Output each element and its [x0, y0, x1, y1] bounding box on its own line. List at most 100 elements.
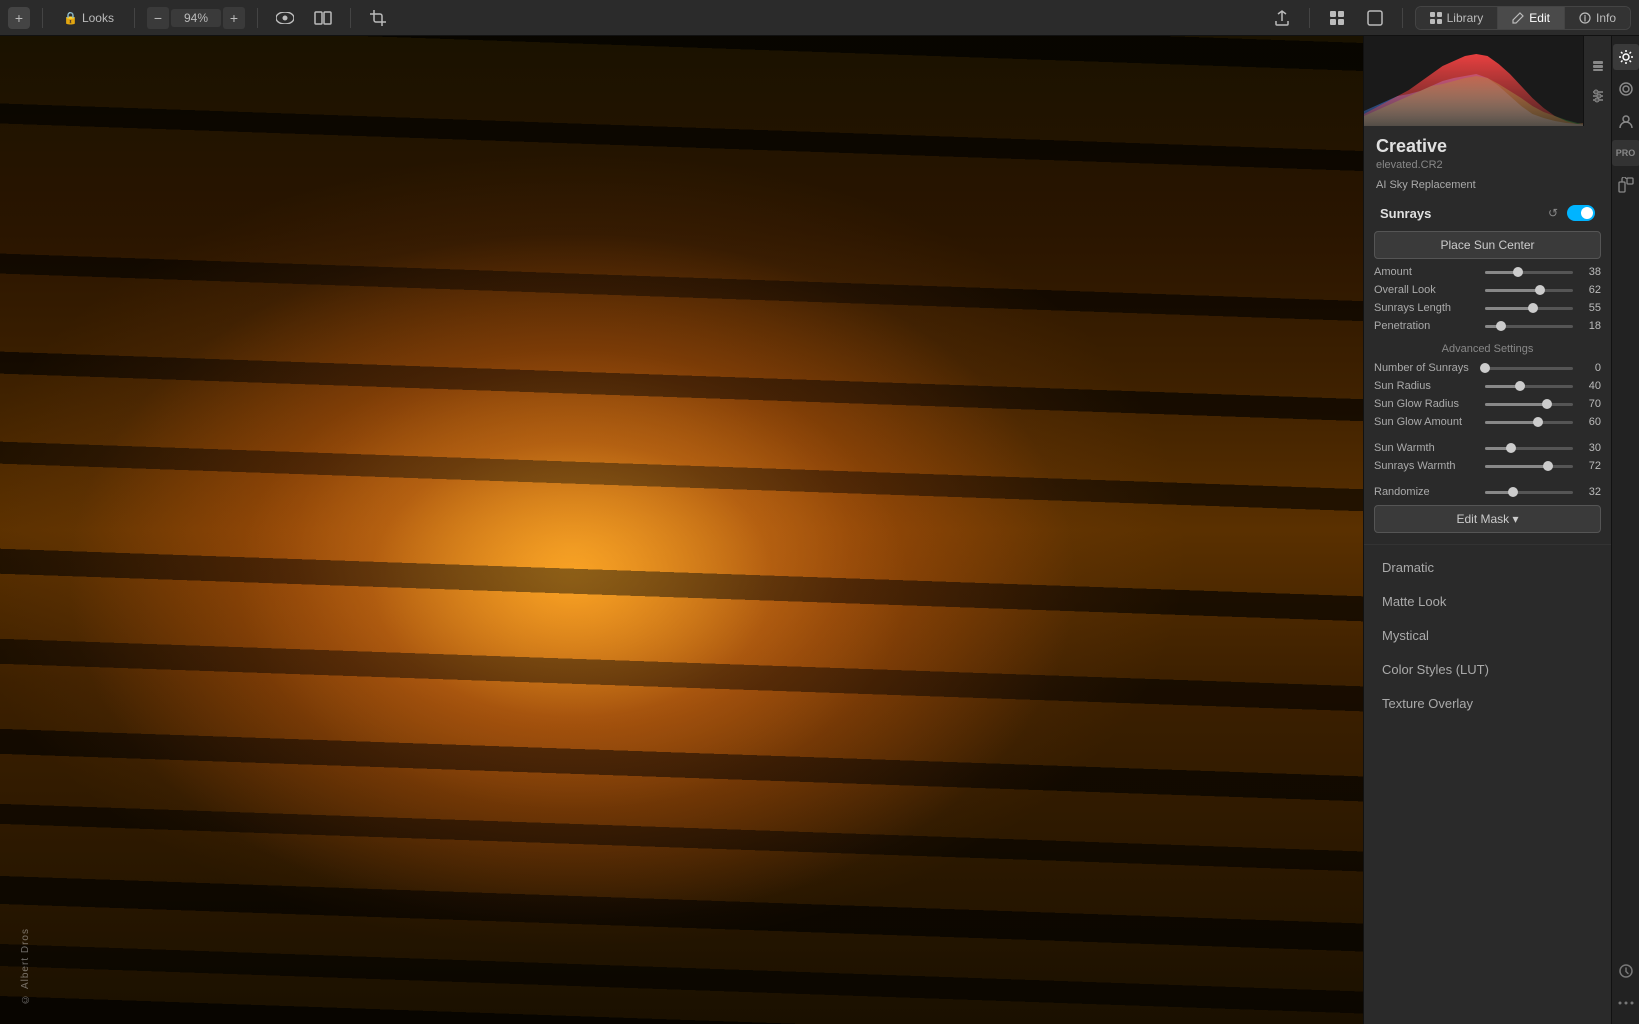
slider-sun-glow-radius-track[interactable]	[1485, 403, 1573, 406]
tab-edit[interactable]: Edit	[1498, 7, 1565, 29]
main-toolbar: + 🔒 Looks − 94% +	[0, 0, 1639, 36]
slider-sunrays-warmth-track[interactable]	[1485, 465, 1573, 468]
compare-icon	[314, 11, 332, 25]
slider-sunrays-length: Sunrays Length 55	[1364, 299, 1611, 317]
preview-button[interactable]	[270, 6, 300, 30]
category-dramatic-label: Dramatic	[1382, 560, 1434, 575]
add-button[interactable]: +	[8, 7, 30, 29]
info-icon-tab	[1579, 12, 1591, 24]
category-mystical-label: Mystical	[1382, 628, 1429, 643]
panel-section-label: AI Sky Replacement	[1364, 177, 1611, 199]
color-adjustment-icon[interactable]	[1613, 76, 1639, 102]
grid-button[interactable]	[1322, 6, 1352, 30]
separator3	[257, 8, 258, 28]
slider-amount: Amount 38	[1364, 263, 1611, 281]
slider-sun-radius-track[interactable]	[1485, 385, 1573, 388]
sun-adjustment-icon[interactable]	[1613, 44, 1639, 70]
photo-canvas[interactable]: © Albert Dros	[0, 36, 1363, 1024]
category-color-styles-label: Color Styles (LUT)	[1382, 662, 1489, 677]
slider-overall-look-value: 62	[1579, 284, 1601, 296]
category-mystical[interactable]: Mystical	[1370, 619, 1605, 652]
share-icon	[1274, 10, 1290, 26]
layers-panel-icon[interactable]	[1585, 53, 1611, 79]
edit-mask-button[interactable]: Edit Mask ▾	[1374, 505, 1601, 533]
panel-title: Creative	[1376, 136, 1599, 157]
slider-sun-glow-amount-label: Sun Glow Amount	[1374, 416, 1479, 428]
crop-button[interactable]	[363, 6, 393, 30]
slider-penetration-label: Penetration	[1374, 320, 1479, 332]
history-icon[interactable]	[1613, 958, 1639, 984]
slider-number-sunrays: Number of Sunrays 0	[1364, 359, 1611, 377]
zoom-minus-button[interactable]: −	[147, 7, 169, 29]
tab-library[interactable]: Library	[1416, 7, 1499, 29]
slider-sun-warmth-label: Sun Warmth	[1374, 442, 1479, 454]
slider-sun-glow-amount-value: 60	[1579, 416, 1601, 428]
panel-side-icons	[1583, 36, 1611, 126]
tools-icon[interactable]	[1613, 172, 1639, 198]
slider-amount-track[interactable]	[1485, 271, 1573, 274]
category-texture-overlay[interactable]: Texture Overlay	[1370, 687, 1605, 720]
category-matte-look[interactable]: Matte Look	[1370, 585, 1605, 618]
face-adjustment-icon[interactable]	[1613, 108, 1639, 134]
slider-sunrays-length-track[interactable]	[1485, 307, 1573, 310]
tab-info[interactable]: Info	[1565, 7, 1630, 29]
slider-sun-warmth-track[interactable]	[1485, 447, 1573, 450]
slider-overall-look: Overall Look 62	[1364, 281, 1611, 299]
forest-photo	[0, 36, 1363, 1024]
slider-number-sunrays-track[interactable]	[1485, 367, 1573, 370]
slider-randomize-value: 32	[1579, 486, 1601, 498]
advanced-sliders: Number of Sunrays 0 Sun Radius 40	[1364, 359, 1611, 501]
slider-penetration-track[interactable]	[1485, 325, 1573, 328]
library-icon	[1430, 12, 1442, 24]
slider-sunrays-length-label: Sunrays Length	[1374, 302, 1479, 314]
separator	[42, 8, 43, 28]
slider-sun-glow-radius-label: Sun Glow Radius	[1374, 398, 1479, 410]
basic-sliders: Amount 38 Overall Look 62	[1364, 263, 1611, 335]
slider-penetration: Penetration 18	[1364, 317, 1611, 335]
slider-sun-glow-radius: Sun Glow Radius 70	[1364, 395, 1611, 413]
separator5	[1309, 8, 1310, 28]
category-color-styles[interactable]: Color Styles (LUT)	[1370, 653, 1605, 686]
slider-sunrays-warmth: Sunrays Warmth 72	[1364, 457, 1611, 475]
fullscreen-button[interactable]	[1360, 6, 1390, 30]
looks-button[interactable]: 🔒 Looks	[55, 7, 122, 29]
slider-sunrays-warmth-label: Sunrays Warmth	[1374, 460, 1479, 472]
edit-icon	[1512, 12, 1524, 24]
more-options-icon[interactable]	[1613, 990, 1639, 1016]
separator2	[134, 8, 135, 28]
zoom-plus-button[interactable]: +	[223, 7, 245, 29]
slider-sun-warmth-value: 30	[1579, 442, 1601, 454]
slider-sunrays-warmth-value: 72	[1579, 460, 1601, 472]
eye-icon	[276, 12, 294, 24]
sunrays-toggle[interactable]	[1567, 205, 1595, 221]
slider-randomize-label: Randomize	[1374, 486, 1479, 498]
category-dramatic[interactable]: Dramatic	[1370, 551, 1605, 584]
panel-content: Creative elevated.CR2 AI Sky Replacement…	[1364, 126, 1611, 1024]
sunrays-controls: ↺	[1545, 205, 1595, 221]
zoom-control: − 94% +	[147, 7, 245, 29]
view-tabs: Library Edit Info	[1415, 6, 1631, 30]
place-sun-center-button[interactable]: Place Sun Center	[1374, 231, 1601, 259]
slider-penetration-value: 18	[1579, 320, 1601, 332]
compare-button[interactable]	[308, 6, 338, 30]
separator6	[1402, 8, 1403, 28]
panel-header: Creative elevated.CR2	[1364, 126, 1611, 177]
slider-sun-radius-value: 40	[1579, 380, 1601, 392]
sliders-panel-icon[interactable]	[1585, 83, 1611, 109]
slider-sun-warmth: Sun Warmth 30	[1364, 439, 1611, 457]
share-button[interactable]	[1267, 6, 1297, 30]
slider-sun-radius-label: Sun Radius	[1374, 380, 1479, 392]
slider-sun-glow-amount: Sun Glow Amount 60	[1364, 413, 1611, 431]
slider-amount-value: 38	[1579, 266, 1601, 278]
sunrays-title: Sunrays	[1380, 206, 1431, 221]
histogram-chart	[1364, 36, 1611, 126]
slider-sun-glow-amount-track[interactable]	[1485, 421, 1573, 424]
histogram-area	[1364, 36, 1611, 126]
slider-randomize-track[interactable]	[1485, 491, 1573, 494]
pro-badge[interactable]: PRO	[1612, 140, 1639, 166]
looks-label: Looks	[82, 11, 114, 25]
sunrays-reset-icon[interactable]: ↺	[1545, 205, 1561, 221]
watermark: © Albert Dros	[20, 928, 31, 1004]
zoom-value[interactable]: 94%	[171, 9, 221, 27]
slider-overall-look-track[interactable]	[1485, 289, 1573, 292]
